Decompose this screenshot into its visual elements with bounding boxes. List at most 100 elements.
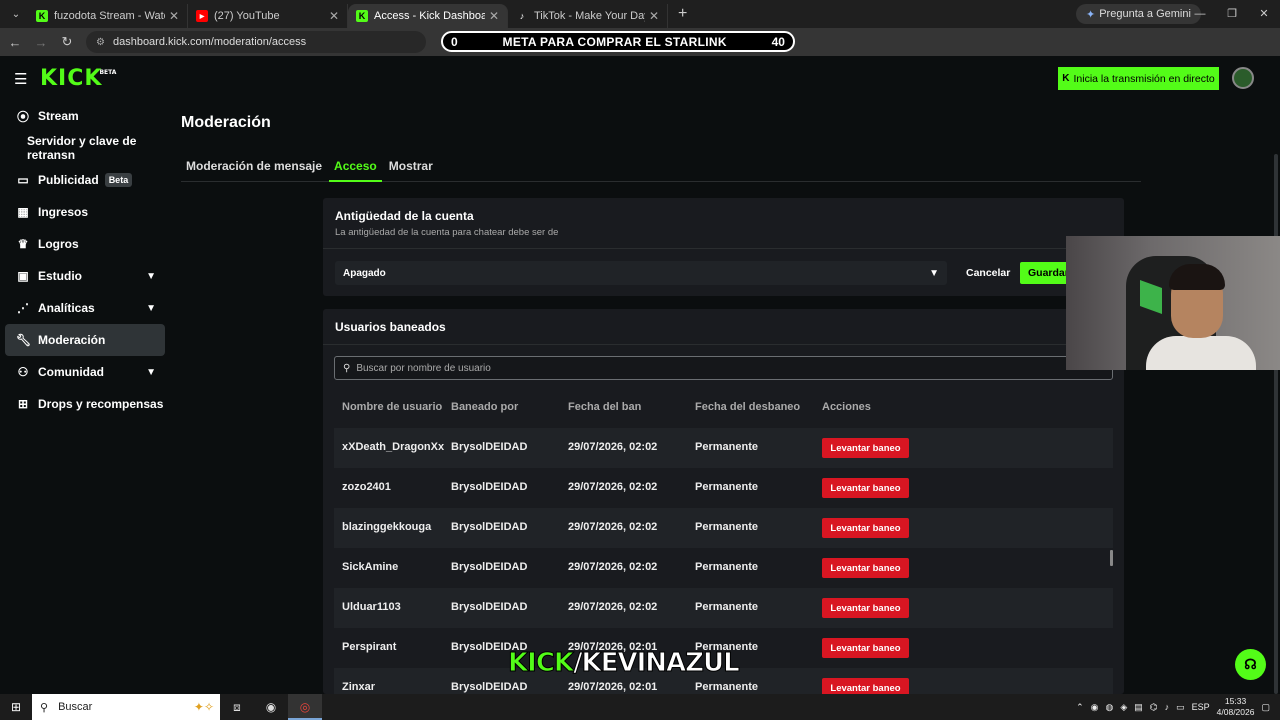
tab-access[interactable]: Acceso (329, 152, 382, 182)
scrollbar-thumb[interactable] (1274, 154, 1278, 694)
cancel-button[interactable]: Cancelar (962, 261, 1014, 285)
task-view-icon[interactable]: ⧈ (220, 694, 254, 720)
sidebar-item-stream-key[interactable]: Servidor y clave de retransn (0, 132, 170, 164)
chevron-down-icon[interactable]: ▼ (146, 367, 156, 378)
url-text: dashboard.kick.com/moderation/access (112, 36, 307, 48)
browser-tab-kick-dashboard[interactable]: K Access - Kick Dashboard ✕ (348, 4, 508, 28)
network-icon[interactable]: ⌬ (1150, 702, 1158, 713)
volume-icon[interactable]: ♪ (1165, 702, 1170, 712)
tray-app-icon[interactable]: ◍ (1105, 702, 1113, 713)
new-tab-icon[interactable]: + (678, 5, 687, 23)
cell-banned-by: BrysolDEIDAD (451, 521, 528, 533)
obs-icon[interactable]: ◉ (254, 694, 288, 720)
taskbar-search[interactable]: ⚲ Buscar ✦✧ (32, 694, 220, 720)
column-header-banned-by[interactable]: Baneado por (451, 401, 518, 413)
close-tab-icon[interactable]: ✕ (169, 9, 179, 23)
page-scrollbar[interactable] (1272, 100, 1280, 694)
unban-button[interactable]: Levantar baneo (822, 558, 909, 578)
column-header-actions: Acciones (822, 401, 871, 413)
sidebar-item-label: Moderación (38, 333, 106, 347)
close-tab-icon[interactable]: ✕ (329, 9, 339, 23)
clock[interactable]: 15:33 4/08/2026 (1217, 696, 1255, 718)
column-header-ban-date[interactable]: Fecha del ban (568, 401, 641, 413)
tab-display[interactable]: Mostrar (384, 152, 438, 182)
gemini-button[interactable]: ✦ Pregunta a Gemini (1076, 4, 1201, 24)
support-chat-button[interactable]: ☊ (1235, 649, 1266, 680)
close-tab-icon[interactable]: ✕ (489, 9, 499, 23)
language-indicator[interactable]: ESP (1192, 702, 1210, 712)
column-header-username[interactable]: Nombre de usuario (342, 401, 442, 413)
chrome-icon[interactable]: ◎ (288, 694, 322, 720)
tray-app-icon[interactable]: ◉ (1091, 702, 1099, 713)
unban-button[interactable]: Levantar baneo (822, 518, 909, 538)
tray-app-icon[interactable]: ▤ (1134, 702, 1143, 713)
close-tab-icon[interactable]: ✕ (649, 9, 659, 23)
back-icon[interactable]: ← (2, 35, 28, 50)
browser-tab-youtube[interactable]: ▶ (27) YouTube ✕ (188, 4, 348, 28)
moderation-tabs: Moderación de mensaje Acceso Mostrar (181, 152, 1141, 182)
account-age-title: Antigüedad de la cuenta (335, 209, 474, 223)
unban-button[interactable]: Levantar baneo (822, 598, 909, 618)
table-header: Nombre de usuario Baneado por Fecha del … (334, 398, 1113, 418)
kick-logo[interactable]: KICK BETA (40, 66, 116, 91)
banned-users-card: Usuarios baneados ⚲ Nombre de usuario Ba… (323, 309, 1124, 694)
browser-tab-tiktok[interactable]: ♪ TikTok - Make Your Day ✕ (508, 4, 668, 28)
sidebar-item-revenue[interactable]: ▦ Ingresos (0, 196, 170, 228)
cell-unban-date: Permanente (695, 681, 758, 693)
go-live-button[interactable]: K Inicia la transmisión en directo (1058, 67, 1219, 90)
minimize-icon[interactable]: — (1184, 0, 1216, 28)
tab-search-icon[interactable]: ⌄ (4, 3, 28, 25)
sidebar-item-ads[interactable]: ▭ Publicidad Beta (0, 164, 170, 196)
table-scrollbar-thumb[interactable] (1110, 550, 1113, 566)
reload-icon[interactable]: ↻ (54, 34, 80, 50)
sidebar-item-community[interactable]: ⚇ Comunidad ▼ (0, 356, 170, 388)
top-navigation: ☰ KICK BETA K Inicia la transmisión en d… (0, 56, 1280, 100)
battery-icon[interactable]: ▭ (1176, 702, 1185, 713)
search-input[interactable] (356, 362, 1057, 374)
account-age-select[interactable]: Apagado ▼ (335, 261, 947, 285)
sidebar-item-stream[interactable]: ⦿ Stream (0, 100, 170, 132)
notifications-icon[interactable]: ▢ (1261, 702, 1270, 713)
banned-users-title: Usuarios baneados (335, 320, 446, 334)
account-age-card: Antigüedad de la cuenta La antigüedad de… (323, 198, 1124, 296)
chevron-down-icon[interactable]: ▼ (146, 271, 156, 282)
windows-start-icon[interactable]: ⊞ (0, 700, 32, 714)
cell-username: SickAmine (342, 561, 399, 573)
cell-ban-date: 29/07/2026, 02:01 (568, 681, 658, 693)
unban-button[interactable]: Levantar baneo (822, 438, 909, 458)
unban-button[interactable]: Levantar baneo (822, 638, 909, 658)
sidebar-item-moderation[interactable]: 🔧︎ Moderación (5, 324, 165, 356)
sidebar-item-achievements[interactable]: ♛ Logros (0, 228, 170, 260)
tiktok-logo-icon: ♪ (519, 11, 525, 21)
sidebar-item-label: Servidor y clave de retransn (27, 134, 137, 162)
drops-icon: ⊞ (17, 397, 29, 411)
site-info-icon[interactable]: ⚙ (96, 37, 105, 48)
tab-message-moderation[interactable]: Moderación de mensaje (181, 152, 327, 182)
tab-title: Access - Kick Dashboard (374, 10, 485, 22)
sidebar-item-drops[interactable]: ⊞ Drops y recompensas (0, 388, 170, 420)
search-field[interactable]: ⚲ (334, 356, 1113, 380)
channel-watermark: KICK/KEVINAZUL (507, 648, 740, 679)
tray-app-icon[interactable]: ◈ (1120, 702, 1127, 713)
unban-button[interactable]: Levantar baneo (822, 478, 909, 498)
unban-button[interactable]: Levantar baneo (822, 678, 909, 694)
forward-icon[interactable]: → (28, 35, 54, 50)
search-icon: ⚲ (343, 362, 351, 374)
close-window-icon[interactable]: ✕ (1248, 0, 1280, 28)
kick-small-icon: K (1062, 73, 1070, 84)
user-avatar[interactable] (1232, 67, 1254, 89)
tray-chevron-icon[interactable]: ⌃ (1076, 702, 1084, 713)
hamburger-menu-icon[interactable]: ☰ (14, 70, 27, 88)
browser-tab-fuzodota[interactable]: K fuzodota Stream - Watch Live o ✕ (28, 4, 188, 28)
sidebar-item-studio[interactable]: ▣ Estudio ▼ (0, 260, 170, 292)
url-field[interactable]: ⚙ dashboard.kick.com/moderation/access (86, 31, 426, 53)
tab-title: TikTok - Make Your Day (534, 10, 645, 22)
cell-banned-by: BrysolDEIDAD (451, 561, 528, 573)
table-row: zozo2401 BrysolDEIDAD 29/07/2026, 02:02 … (334, 468, 1113, 508)
restore-icon[interactable]: ❐ (1216, 0, 1248, 28)
watermark-kick: KICK (507, 648, 574, 679)
goal-current-value: 0 (451, 34, 458, 49)
trophy-icon: ♛ (17, 237, 29, 251)
sidebar-item-analytics[interactable]: ⋰ Analíticas ▼ (0, 292, 170, 324)
chevron-down-icon[interactable]: ▼ (146, 303, 156, 314)
